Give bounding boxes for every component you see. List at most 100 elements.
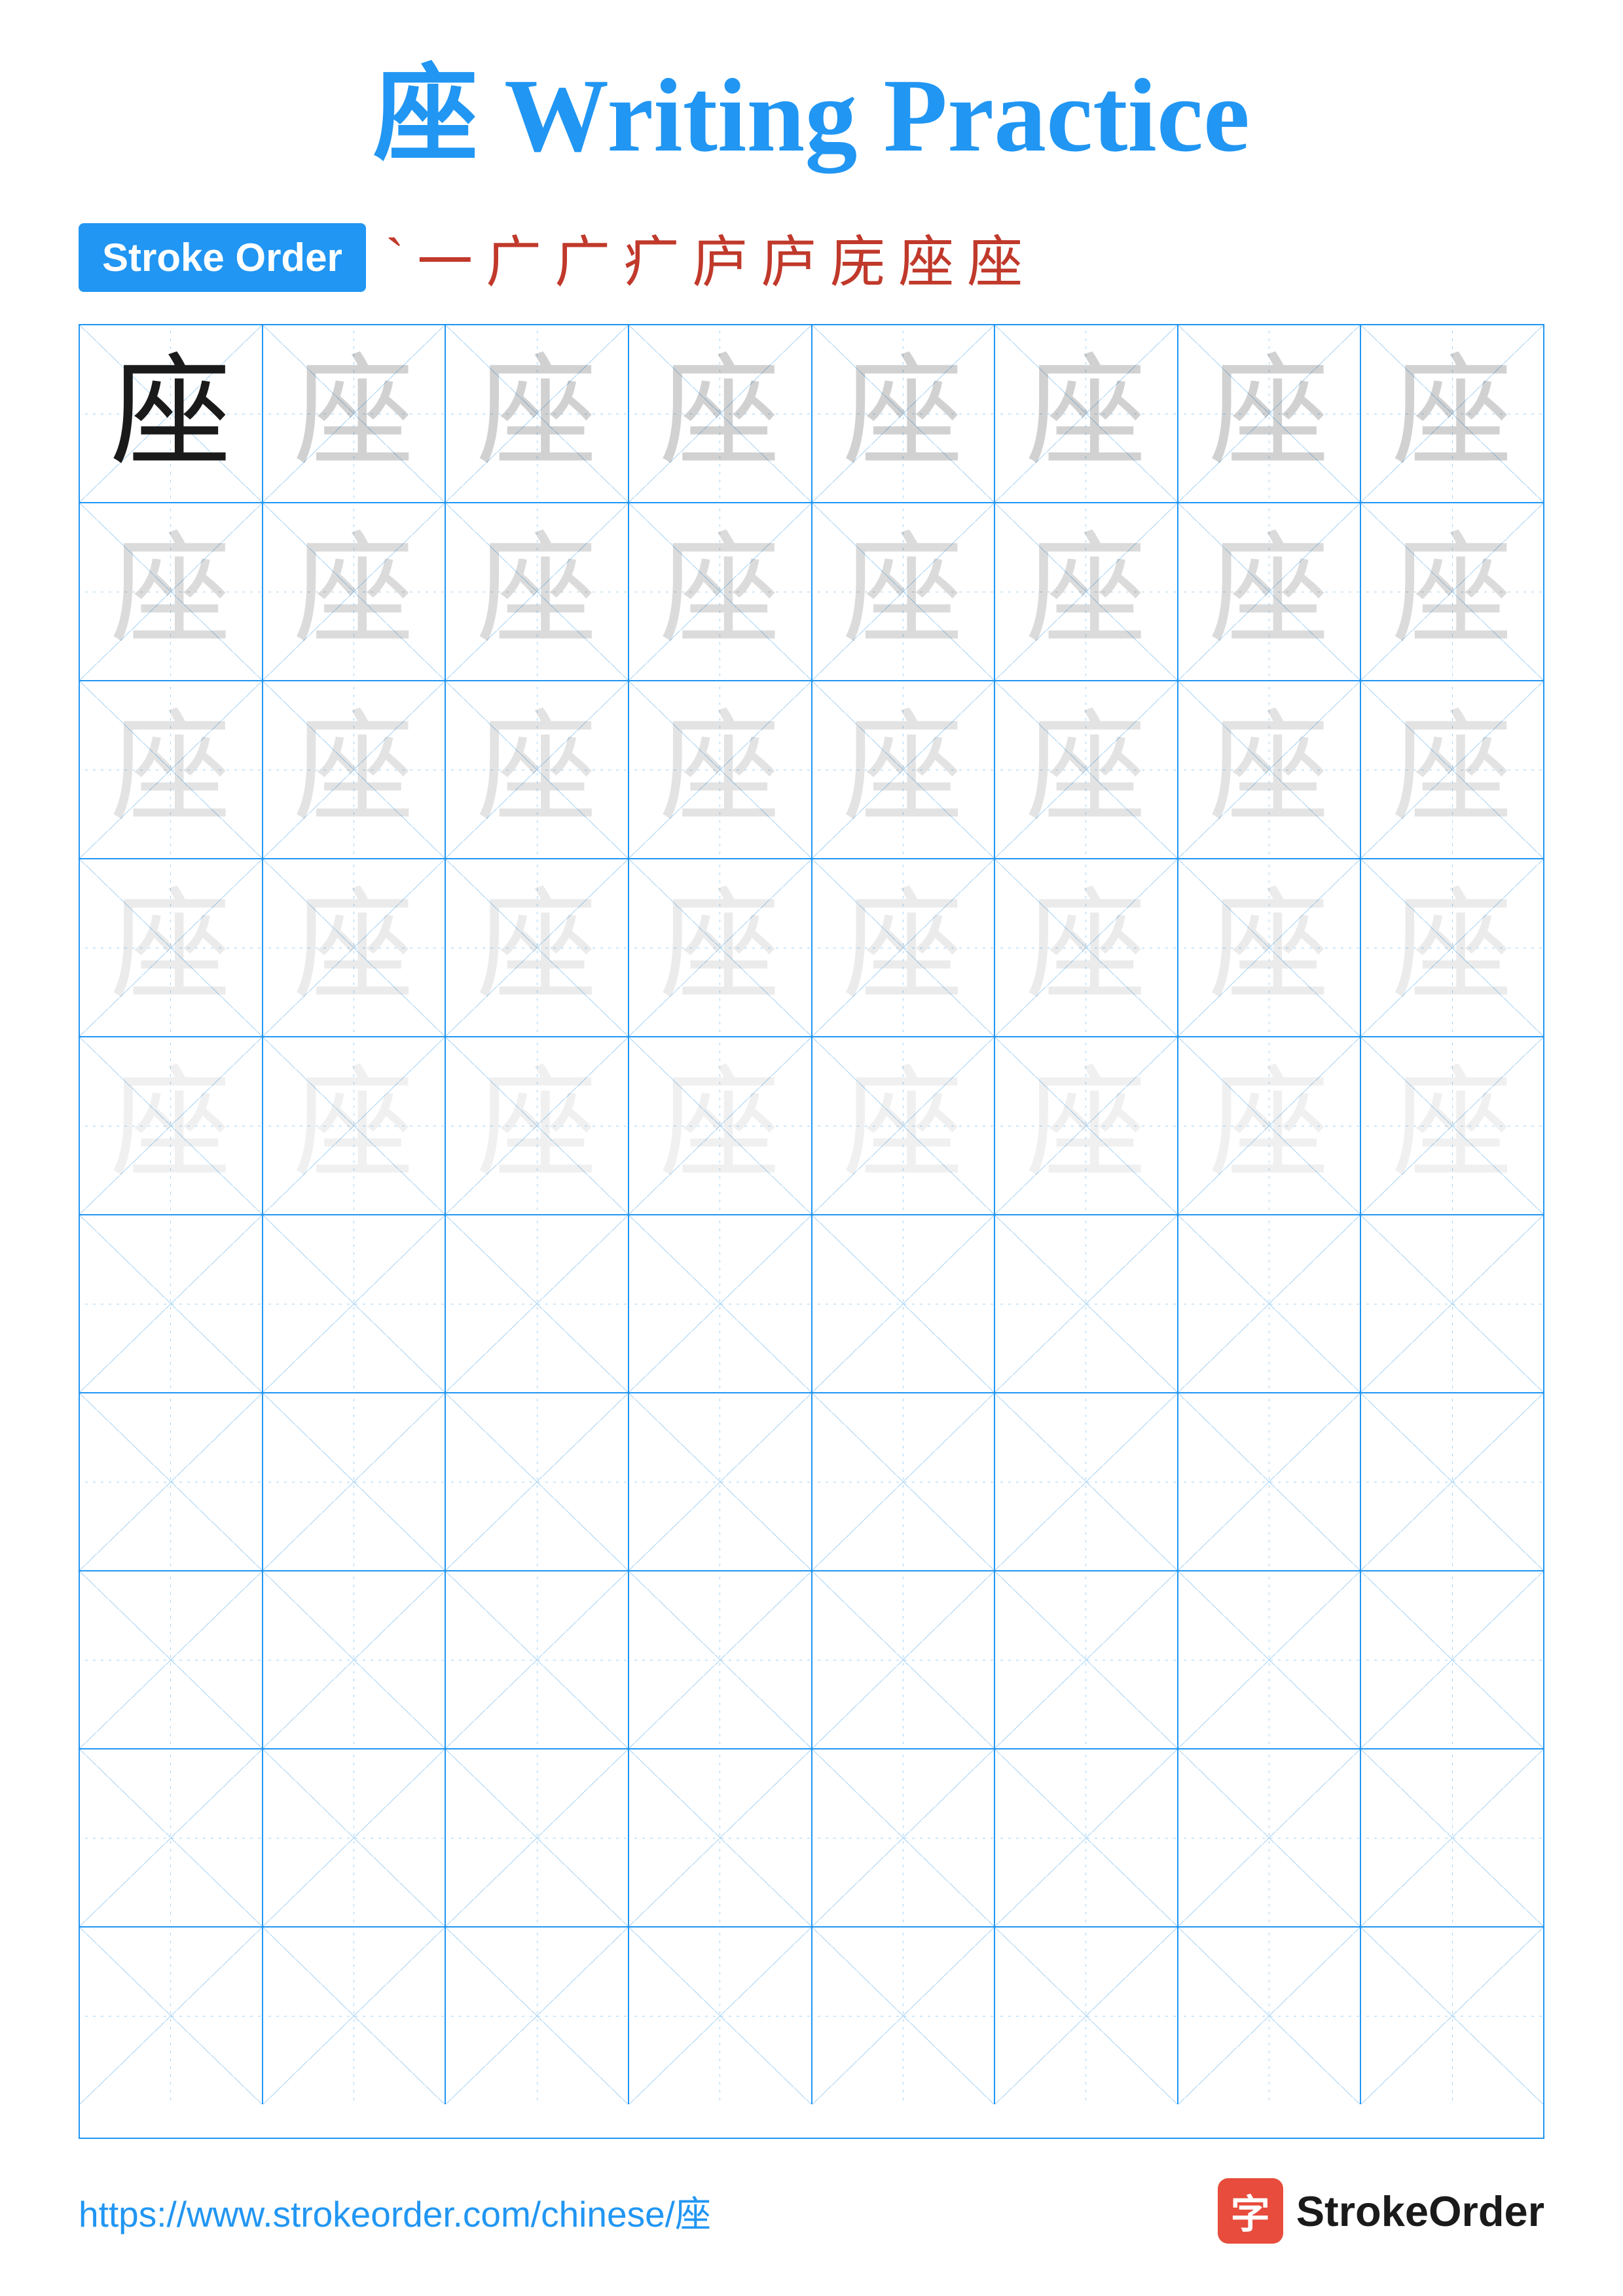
grid-row: 座座座座座座座座 xyxy=(80,681,1543,859)
grid-cell[interactable]: 座 xyxy=(995,681,1178,858)
cell-character: 座 xyxy=(1025,1066,1146,1187)
cell-character: 座 xyxy=(293,709,414,831)
grid-cell[interactable] xyxy=(995,1749,1178,1926)
grid-cell[interactable]: 座 xyxy=(995,859,1178,1036)
grid-cell[interactable] xyxy=(446,1393,629,1570)
grid-cell[interactable] xyxy=(995,1215,1178,1392)
footer: https://www.strokeorder.com/chinese/座 字 … xyxy=(79,2178,1544,2244)
grid-cell[interactable]: 座 xyxy=(80,859,263,1036)
grid-cell[interactable]: 座 xyxy=(1178,859,1362,1036)
grid-cell[interactable] xyxy=(80,1928,263,2104)
grid-cell[interactable] xyxy=(263,1393,447,1570)
cell-character: 座 xyxy=(843,1066,964,1187)
grid-cell[interactable]: 座 xyxy=(812,681,996,858)
grid-cell[interactable] xyxy=(263,1928,447,2104)
grid-cell[interactable] xyxy=(629,1928,812,2104)
grid-cell[interactable] xyxy=(446,1928,629,2104)
grid-cell[interactable]: 座 xyxy=(1361,1037,1543,1214)
grid-cell[interactable]: 座 xyxy=(995,503,1178,680)
practice-grid: 座座座座座座座座座座座座座座座座座座座座座座座座座座座座座座座座座座座座座座座座 xyxy=(79,324,1544,2139)
grid-cell[interactable]: 座 xyxy=(263,503,447,680)
grid-cell[interactable]: 座 xyxy=(446,503,629,680)
cell-character: 座 xyxy=(1392,353,1513,475)
cell-character: 座 xyxy=(1209,1066,1330,1187)
grid-cell[interactable] xyxy=(1361,1393,1543,1570)
grid-cell[interactable] xyxy=(995,1571,1178,1748)
grid-cell[interactable]: 座 xyxy=(446,1037,629,1214)
grid-cell[interactable] xyxy=(1361,1749,1543,1926)
grid-cell[interactable] xyxy=(812,1571,996,1748)
grid-row xyxy=(80,1215,1543,1393)
grid-cell[interactable] xyxy=(1178,1928,1362,2104)
grid-cell[interactable]: 座 xyxy=(812,1037,996,1214)
grid-cell[interactable]: 座 xyxy=(812,859,996,1036)
grid-cell[interactable]: 座 xyxy=(80,1037,263,1214)
grid-cell[interactable]: 座 xyxy=(263,681,447,858)
grid-cell[interactable]: 座 xyxy=(80,325,263,502)
cell-character: 座 xyxy=(110,353,231,475)
grid-cell[interactable] xyxy=(1178,1571,1362,1748)
grid-cell[interactable] xyxy=(446,1571,629,1748)
cell-character: 座 xyxy=(1025,888,1146,1009)
grid-cell[interactable]: 座 xyxy=(629,859,812,1036)
grid-cell[interactable] xyxy=(995,1393,1178,1570)
grid-cell[interactable]: 座 xyxy=(812,325,996,502)
grid-cell[interactable] xyxy=(1361,1571,1543,1748)
grid-cell[interactable]: 座 xyxy=(1178,325,1362,502)
grid-cell[interactable]: 座 xyxy=(1361,681,1543,858)
footer-logo-icon: 字 xyxy=(1218,2178,1283,2244)
grid-cell[interactable] xyxy=(446,1215,629,1392)
grid-cell[interactable]: 座 xyxy=(263,1037,447,1214)
grid-cell[interactable]: 座 xyxy=(629,325,812,502)
grid-cell[interactable] xyxy=(629,1215,812,1392)
grid-cell[interactable]: 座 xyxy=(995,325,1178,502)
grid-cell[interactable] xyxy=(812,1215,996,1392)
grid-cell[interactable] xyxy=(812,1393,996,1570)
grid-cell[interactable]: 座 xyxy=(263,859,447,1036)
grid-cell[interactable]: 座 xyxy=(1178,503,1362,680)
grid-cell[interactable]: 座 xyxy=(629,681,812,858)
grid-cell[interactable]: 座 xyxy=(80,681,263,858)
grid-cell[interactable] xyxy=(812,1928,996,2104)
grid-cell[interactable] xyxy=(629,1393,812,1570)
grid-cell[interactable] xyxy=(80,1215,263,1392)
grid-cell[interactable] xyxy=(80,1393,263,1570)
grid-cell[interactable] xyxy=(995,1928,1178,2104)
grid-cell[interactable]: 座 xyxy=(1178,681,1362,858)
grid-cell[interactable]: 座 xyxy=(1361,859,1543,1036)
grid-cell[interactable]: 座 xyxy=(263,325,447,502)
grid-cell[interactable] xyxy=(1178,1749,1362,1926)
grid-cell[interactable] xyxy=(80,1749,263,1926)
grid-cell[interactable] xyxy=(1178,1215,1362,1392)
grid-cell[interactable] xyxy=(446,1749,629,1926)
grid-cell[interactable] xyxy=(263,1215,447,1392)
grid-cell[interactable]: 座 xyxy=(1361,503,1543,680)
grid-cell[interactable] xyxy=(1361,1928,1543,2104)
stroke-10: 座 xyxy=(967,217,1023,298)
cell-character: 座 xyxy=(293,1066,414,1187)
grid-cell[interactable] xyxy=(263,1749,447,1926)
grid-cell[interactable]: 座 xyxy=(629,503,812,680)
grid-cell[interactable]: 座 xyxy=(446,325,629,502)
grid-cell[interactable] xyxy=(80,1571,263,1748)
grid-cell[interactable] xyxy=(1178,1393,1362,1570)
grid-cell[interactable]: 座 xyxy=(80,503,263,680)
grid-cell[interactable]: 座 xyxy=(995,1037,1178,1214)
cell-character: 座 xyxy=(293,353,414,475)
grid-cell[interactable]: 座 xyxy=(1361,325,1543,502)
grid-row: 座座座座座座座座 xyxy=(80,503,1543,681)
grid-cell[interactable] xyxy=(1361,1215,1543,1392)
page-title: 座 Writing Practice xyxy=(373,52,1250,178)
grid-cell[interactable]: 座 xyxy=(446,681,629,858)
grid-cell[interactable] xyxy=(812,1749,996,1926)
cell-character: 座 xyxy=(1392,1066,1513,1187)
grid-cell[interactable] xyxy=(629,1571,812,1748)
grid-cell[interactable] xyxy=(263,1571,447,1748)
stroke-1: ` xyxy=(386,226,404,290)
cell-character: 座 xyxy=(477,531,598,653)
grid-cell[interactable]: 座 xyxy=(1178,1037,1362,1214)
grid-cell[interactable]: 座 xyxy=(629,1037,812,1214)
grid-cell[interactable]: 座 xyxy=(446,859,629,1036)
grid-cell[interactable]: 座 xyxy=(812,503,996,680)
grid-cell[interactable] xyxy=(629,1749,812,1926)
